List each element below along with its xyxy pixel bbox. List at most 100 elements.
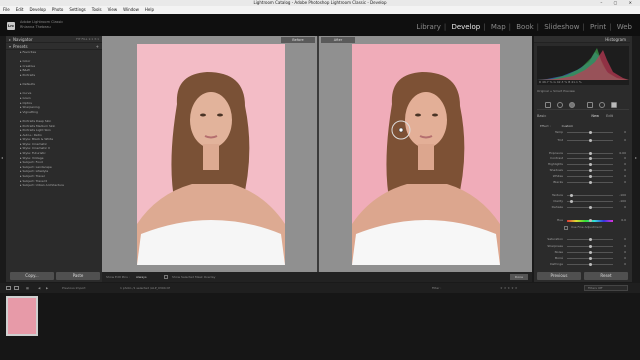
slider-value[interactable]: -100 bbox=[614, 193, 626, 197]
left-panel-toggle-icon[interactable]: ◂ bbox=[1, 155, 4, 161]
slider-value[interactable]: -100 bbox=[614, 199, 626, 203]
slider-thumb[interactable] bbox=[589, 263, 592, 266]
slider-track[interactable] bbox=[567, 139, 613, 142]
slider-track[interactable] bbox=[567, 194, 613, 197]
menu-window[interactable]: Window bbox=[123, 7, 139, 12]
module-print[interactable]: Print bbox=[590, 23, 606, 31]
page1-icon[interactable] bbox=[6, 286, 11, 290]
slider-value[interactable]: 0.0 bbox=[614, 218, 626, 222]
slider-value[interactable]: 0 bbox=[614, 244, 626, 248]
slider-thumb[interactable] bbox=[569, 200, 573, 203]
spot-removal-icon[interactable] bbox=[557, 102, 563, 108]
slider-value[interactable]: 0 bbox=[614, 262, 626, 266]
add-preset-icon[interactable]: + bbox=[96, 43, 99, 50]
menu-develop[interactable]: Develop bbox=[29, 7, 45, 12]
slider-thumb[interactable] bbox=[589, 152, 592, 155]
slider-thumb[interactable] bbox=[589, 219, 592, 222]
source-label[interactable]: Previous Import bbox=[62, 283, 86, 293]
slider-track[interactable] bbox=[567, 175, 613, 178]
brush-tool-icon[interactable] bbox=[611, 102, 617, 108]
menu-photo[interactable]: Photo bbox=[52, 7, 63, 12]
previous-button[interactable]: Previous bbox=[537, 272, 581, 280]
right-panel-toggle-icon[interactable]: ▸ bbox=[635, 155, 638, 161]
slider-value[interactable]: 0 bbox=[614, 168, 626, 172]
slider-track[interactable] bbox=[567, 157, 613, 160]
module-book[interactable]: Book bbox=[516, 23, 533, 31]
slider-thumb[interactable] bbox=[589, 206, 592, 209]
paste-button[interactable]: Paste bbox=[56, 272, 100, 280]
slider-value[interactable]: 0 bbox=[614, 156, 626, 160]
slider-track[interactable] bbox=[567, 219, 613, 222]
navigator-zoom-modes[interactable]: FIT FILL 1:1 3:1 bbox=[76, 36, 99, 43]
edit-pins-mode[interactable]: Always bbox=[136, 272, 147, 282]
mask-edit[interactable]: Edit bbox=[606, 114, 613, 118]
slider-track[interactable] bbox=[567, 131, 613, 134]
navigator-header[interactable]: ▸ Navigator FIT FILL 1:1 3:1 bbox=[6, 36, 102, 43]
slider-track[interactable] bbox=[567, 181, 613, 184]
slider-thumb[interactable] bbox=[589, 139, 592, 142]
overlay-checkbox[interactable] bbox=[164, 275, 168, 279]
after-image[interactable] bbox=[352, 44, 500, 265]
module-slideshow[interactable]: Slideshow bbox=[544, 23, 579, 31]
slider-thumb[interactable] bbox=[589, 131, 592, 134]
slider-thumb[interactable] bbox=[589, 181, 592, 184]
slider-track[interactable] bbox=[567, 152, 613, 155]
slider-thumb[interactable] bbox=[589, 169, 592, 172]
graduated-filter-icon[interactable] bbox=[587, 102, 593, 108]
slider-thumb[interactable] bbox=[589, 163, 592, 166]
slider-track[interactable] bbox=[567, 251, 613, 254]
rating-filter-icon[interactable]: ★★★★★ bbox=[500, 283, 518, 293]
slider-value[interactable]: 0 bbox=[614, 130, 626, 134]
slider-track[interactable] bbox=[567, 206, 613, 209]
slider-track[interactable] bbox=[567, 200, 613, 203]
forward-arrow-icon[interactable]: ▶ bbox=[46, 283, 48, 293]
module-develop[interactable]: Develop bbox=[451, 23, 480, 31]
slider-value[interactable]: 0 bbox=[614, 237, 626, 241]
menu-tools[interactable]: Tools bbox=[92, 7, 102, 12]
presets-header[interactable]: ▾ Presets + bbox=[6, 43, 102, 50]
effect-select[interactable]: Custom bbox=[562, 124, 574, 128]
page2-icon[interactable] bbox=[14, 286, 19, 290]
slider-value[interactable]: 0 bbox=[614, 205, 626, 209]
histogram[interactable] bbox=[537, 46, 629, 80]
red-eye-icon[interactable] bbox=[569, 102, 575, 108]
slider-thumb[interactable] bbox=[589, 245, 592, 248]
crop-tool-icon[interactable] bbox=[545, 102, 551, 108]
menu-file[interactable]: File bbox=[3, 7, 10, 12]
mask-new[interactable]: New bbox=[591, 114, 599, 118]
slider-value[interactable]: 0 bbox=[614, 250, 626, 254]
slider-value[interactable]: 0 bbox=[614, 174, 626, 178]
back-arrow-icon[interactable]: ◀ bbox=[38, 283, 40, 293]
fine-adjust-checkbox[interactable] bbox=[564, 226, 568, 230]
filters-off-select[interactable]: Filters Off bbox=[584, 285, 628, 291]
done-button[interactable]: Done bbox=[510, 274, 528, 280]
copy-button[interactable]: Copy... bbox=[10, 272, 54, 280]
slider-thumb[interactable] bbox=[569, 194, 573, 197]
menu-edit[interactable]: Edit bbox=[16, 7, 24, 12]
slider-thumb[interactable] bbox=[589, 175, 592, 178]
menu-help[interactable]: Help bbox=[145, 7, 154, 12]
slider-track[interactable] bbox=[567, 263, 613, 266]
histogram-header[interactable]: Histogram bbox=[534, 36, 630, 43]
reset-button[interactable]: Reset bbox=[584, 272, 628, 280]
slider-track[interactable] bbox=[567, 257, 613, 260]
slider-thumb[interactable] bbox=[589, 157, 592, 160]
filmstrip-thumbnail[interactable] bbox=[6, 296, 38, 336]
before-image[interactable] bbox=[137, 44, 285, 265]
slider-track[interactable] bbox=[567, 238, 613, 241]
menu-view[interactable]: View bbox=[108, 7, 118, 12]
slider-thumb[interactable] bbox=[589, 257, 592, 260]
slider-value[interactable]: 0.00 bbox=[614, 151, 626, 155]
slider-value[interactable]: 0 bbox=[614, 256, 626, 260]
menu-settings[interactable]: Settings bbox=[69, 7, 85, 12]
slider-track[interactable] bbox=[567, 245, 613, 248]
slider-thumb[interactable] bbox=[589, 238, 592, 241]
slider-value[interactable]: 0 bbox=[614, 162, 626, 166]
radial-filter-icon[interactable] bbox=[599, 102, 605, 108]
preset-item[interactable]: ▸ Subject: Urban Architecture bbox=[20, 183, 102, 188]
module-map[interactable]: Map bbox=[491, 23, 506, 31]
slider-value[interactable]: 0 bbox=[614, 180, 626, 184]
slider-value[interactable]: 0 bbox=[614, 138, 626, 142]
module-library[interactable]: Library bbox=[416, 23, 440, 31]
slider-track[interactable] bbox=[567, 163, 613, 166]
